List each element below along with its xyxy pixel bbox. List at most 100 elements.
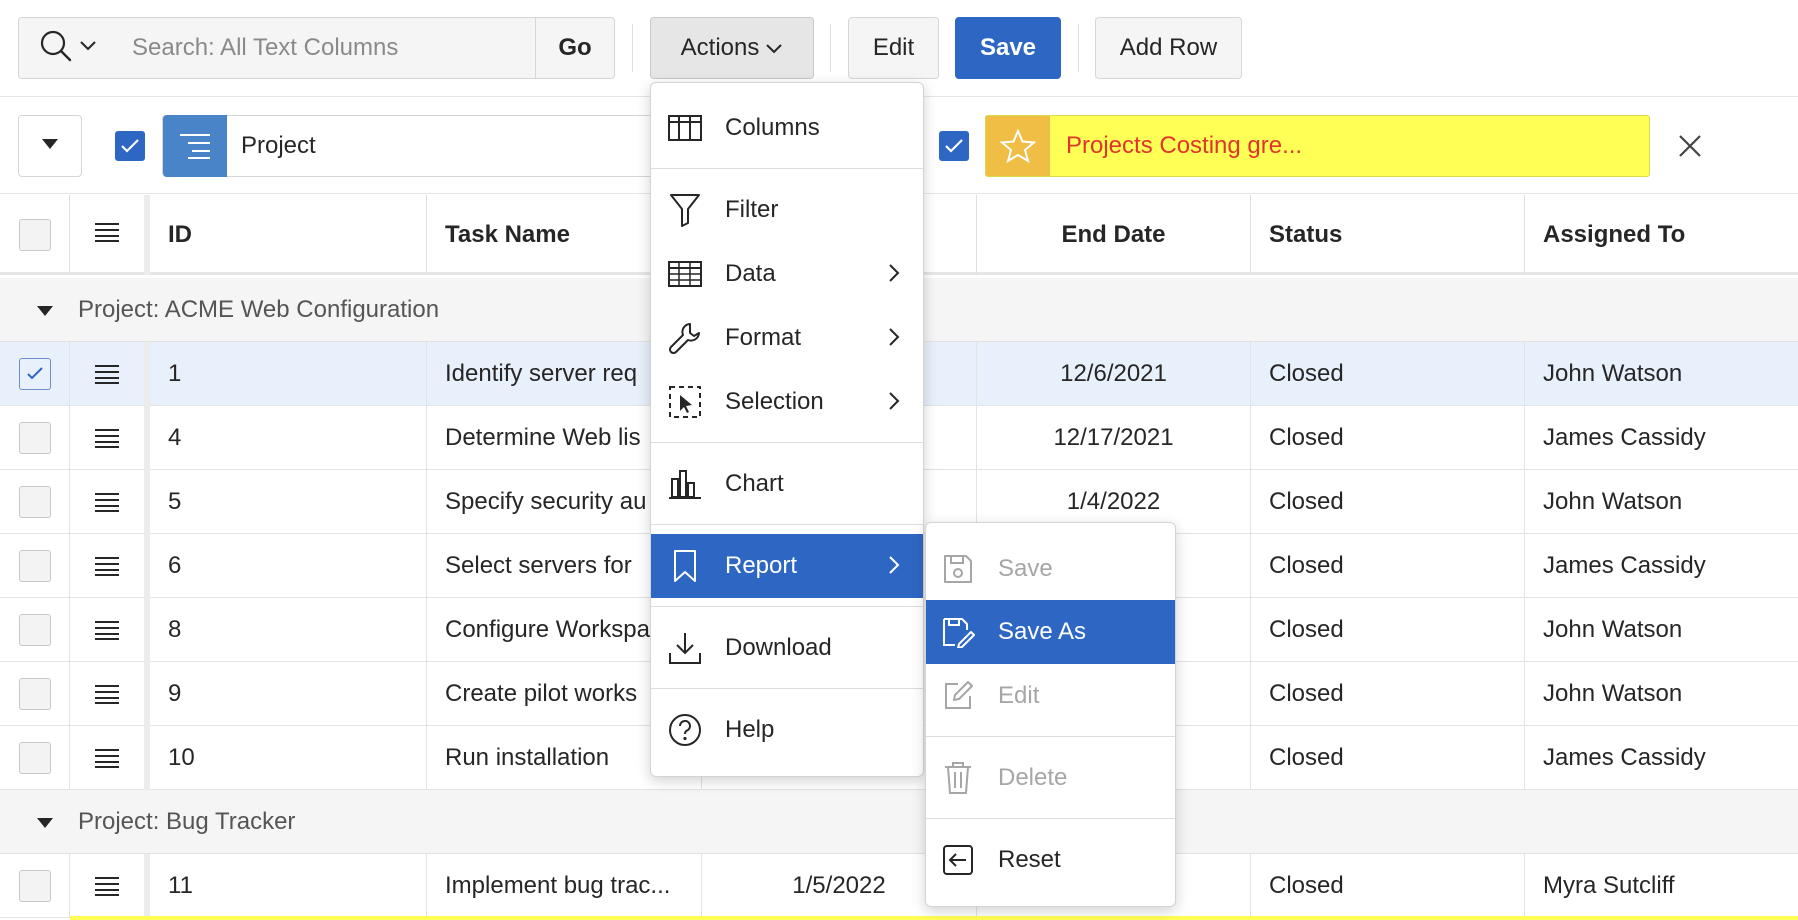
row-actions-icon[interactable]	[70, 534, 150, 598]
data-table-icon	[665, 254, 705, 294]
menu-item-report[interactable]: Report	[651, 534, 923, 598]
toolbar-divider	[632, 24, 633, 72]
menu-item-chart[interactable]: Chart	[651, 452, 923, 516]
menu-item-selection[interactable]: Selection	[651, 370, 923, 434]
menu-item-columns[interactable]: Columns	[651, 96, 923, 160]
table-row[interactable]: 11 Implement bug trac... 1/5/2022 Closed…	[0, 854, 1798, 918]
row-checkbox[interactable]	[18, 678, 51, 710]
add-row-button[interactable]: Add Row	[1095, 17, 1242, 79]
go-button[interactable]: Go	[535, 17, 615, 79]
cell-id: 8	[150, 598, 427, 662]
row-actions-icon[interactable]	[70, 470, 150, 534]
edit-pencil-icon	[940, 678, 976, 714]
row-actions-header[interactable]	[70, 195, 150, 275]
menu-item-label: Download	[725, 634, 832, 661]
row-checkbox[interactable]	[18, 870, 51, 902]
save-as-icon	[940, 614, 976, 650]
submenu-item-label: Reset	[998, 846, 1061, 873]
collapse-settings-button[interactable]	[18, 115, 82, 177]
submenu-item-save-as[interactable]: Save As	[926, 600, 1175, 664]
column-header-end-date[interactable]: End Date	[977, 195, 1251, 275]
chevron-down-icon	[79, 39, 97, 57]
column-header-status[interactable]: Status	[1251, 195, 1525, 275]
menu-divider	[926, 736, 1175, 737]
row-actions-icon[interactable]	[70, 726, 150, 790]
wrench-icon	[665, 318, 705, 358]
submenu-item-label: Edit	[998, 682, 1040, 709]
toolbar-divider	[1078, 24, 1079, 72]
search-icon	[39, 29, 73, 68]
menu-divider	[651, 168, 923, 169]
submenu-item-save[interactable]: Save	[926, 537, 1175, 601]
cell-status: Closed	[1251, 534, 1525, 598]
cell-assigned-to: John Watson	[1543, 616, 1683, 643]
cell-id: 5	[150, 470, 427, 534]
submenu-item-label: Save As	[998, 618, 1087, 645]
cell-id: 9	[150, 662, 427, 726]
star-icon	[986, 116, 1050, 176]
menu-item-data[interactable]: Data	[651, 242, 923, 306]
edit-button[interactable]: Edit	[848, 17, 939, 79]
chevron-right-icon	[887, 554, 901, 583]
menu-divider	[651, 606, 923, 607]
cell-id: 1	[150, 342, 427, 406]
row-checkbox[interactable]	[18, 422, 51, 454]
submenu-item-label: Save	[998, 555, 1053, 582]
row-checkbox[interactable]	[18, 614, 51, 646]
cell-assigned-to: James Cassidy	[1543, 744, 1706, 771]
menu-divider	[651, 688, 923, 689]
row-actions-icon[interactable]	[70, 342, 150, 406]
row-checkbox[interactable]	[18, 550, 51, 582]
cell-status: Closed	[1251, 406, 1525, 470]
group-header-row[interactable]: Project: Bug Tracker	[0, 790, 1798, 854]
cell-assigned-to: Myra Sutcliff	[1543, 872, 1675, 899]
row-actions-icon[interactable]	[70, 662, 150, 726]
row-checkbox[interactable]	[18, 486, 51, 518]
select-all-checkbox[interactable]	[18, 219, 51, 251]
menu-item-download[interactable]: Download	[651, 616, 923, 680]
submenu-item-edit[interactable]: Edit	[926, 664, 1175, 728]
cell-assigned-to: James Cassidy	[1543, 552, 1706, 579]
group-label: Project: ACME Web Configuration	[78, 295, 440, 323]
group-by-icon	[163, 115, 227, 177]
bookmark-icon	[665, 546, 705, 586]
actions-label: Actions	[680, 34, 760, 61]
triangle-down-icon	[36, 808, 54, 836]
close-icon[interactable]	[1670, 124, 1710, 168]
submenu-item-reset[interactable]: Reset	[926, 828, 1175, 892]
group-by-setting[interactable]: Project	[162, 115, 710, 177]
row-actions-icon[interactable]	[70, 598, 150, 662]
search-column-selector[interactable]	[18, 17, 117, 79]
menu-divider	[926, 818, 1175, 819]
cell-status: Closed	[1251, 470, 1525, 534]
menu-item-label: Format	[725, 324, 802, 351]
cell-status: Closed	[1251, 342, 1525, 406]
cell-end-date: 12/17/2021	[977, 406, 1251, 470]
menu-item-filter[interactable]: Filter	[651, 178, 923, 242]
row-actions-icon[interactable]	[70, 406, 150, 470]
row-checkbox[interactable]	[18, 358, 51, 390]
menu-item-label: Chart	[725, 470, 784, 497]
menu-item-help[interactable]: Help	[651, 698, 923, 762]
highlight-setting[interactable]: Projects Costing gre...	[985, 115, 1650, 177]
columns-icon	[665, 108, 705, 148]
submenu-item-delete[interactable]: Delete	[926, 746, 1175, 810]
chevron-right-icon	[887, 262, 901, 291]
group-by-label: Project	[241, 132, 316, 159]
group-by-enable-checkbox[interactable]	[115, 131, 145, 161]
cell-id: 6	[150, 534, 427, 598]
column-header-id[interactable]: ID	[150, 195, 427, 275]
reset-icon	[940, 842, 976, 878]
menu-item-format[interactable]: Format	[651, 306, 923, 370]
chevron-down-icon	[765, 34, 783, 62]
row-checkbox[interactable]	[18, 742, 51, 774]
highlight-enable-checkbox[interactable]	[939, 131, 969, 161]
column-header-assigned-to[interactable]: Assigned To	[1525, 195, 1798, 275]
cell-status: Closed	[1251, 662, 1525, 726]
row-actions-icon[interactable]	[70, 854, 150, 918]
menu-item-label: Filter	[725, 196, 779, 223]
save-button[interactable]: Save	[955, 17, 1061, 79]
actions-menu-button[interactable]: Actions	[650, 17, 814, 79]
cell-assigned-to: John Watson	[1543, 680, 1683, 707]
search-input[interactable]: Search: All Text Columns	[116, 17, 536, 79]
